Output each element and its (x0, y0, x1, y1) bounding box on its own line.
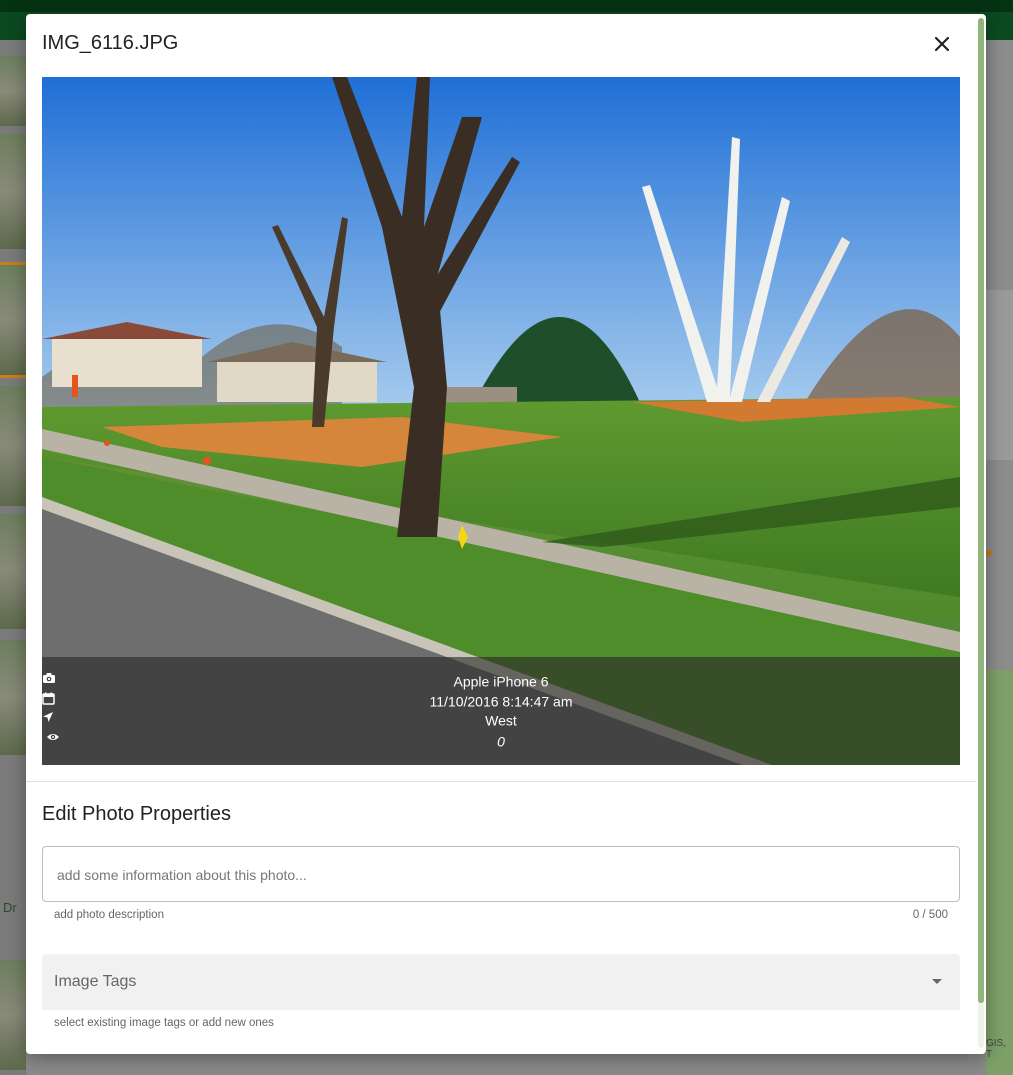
photo-thumbnail-selected[interactable] (0, 262, 26, 378)
description-field[interactable] (42, 846, 960, 903)
view-count: 0 (497, 733, 505, 750)
image-tags-select[interactable]: Image Tags (42, 954, 960, 1010)
description-input[interactable] (55, 847, 949, 903)
map-area[interactable] (986, 670, 1013, 1075)
views-row: 0 (42, 732, 960, 749)
close-icon (934, 36, 950, 52)
photo-details-dialog: IMG_6116.JPG Apple iPhone 6 11/10/2016 8… (26, 14, 986, 1054)
section-divider (26, 781, 976, 782)
dropdown-arrow-icon[interactable] (932, 979, 942, 984)
description-hint: add photo description (54, 909, 164, 921)
photo-direction: West (485, 712, 517, 729)
datetime-row: 11/10/2016 8:14:47 am (42, 692, 960, 709)
map-marker[interactable] (986, 550, 992, 556)
direction-row: West (42, 711, 960, 728)
photo-image[interactable]: Apple iPhone 6 11/10/2016 8:14:47 am Wes… (42, 77, 960, 765)
street-label-fragment: Dr (3, 900, 17, 915)
description-char-counter: 0 / 500 (912, 909, 948, 921)
photo-metadata-overlay: Apple iPhone 6 11/10/2016 8:14:47 am Wes… (42, 657, 960, 765)
navigation-arrow-icon (43, 712, 53, 722)
photo-list-panel (0, 40, 26, 1075)
camera-icon (43, 673, 55, 683)
edit-properties-heading: Edit Photo Properties (42, 803, 231, 825)
map-attribution: GIS, T (986, 1038, 1007, 1060)
eye-icon (47, 734, 59, 740)
dialog-scrollbar-thumb[interactable] (978, 18, 984, 1003)
image-tags-label: Image Tags (54, 973, 137, 990)
photo-thumbnail[interactable] (0, 56, 26, 126)
photo-thumbnail[interactable] (0, 514, 26, 629)
close-button[interactable] (928, 30, 956, 58)
map-panel (986, 40, 1013, 1075)
image-tags-hint: select existing image tags or add new on… (54, 1017, 274, 1029)
photo-thumbnail[interactable] (0, 134, 26, 249)
camera-row: Apple iPhone 6 (42, 672, 960, 689)
calendar-icon (42, 692, 55, 705)
map-side-panel (986, 290, 1013, 460)
camera-model: Apple iPhone 6 (453, 673, 549, 690)
photo-thumbnail[interactable] (0, 640, 26, 755)
photo-thumbnail[interactable] (0, 960, 26, 1070)
photo-thumbnail[interactable] (0, 386, 26, 506)
dialog-title: IMG_6116.JPG (42, 32, 179, 54)
app-header-top-strip (0, 0, 1013, 12)
photo-datetime: 11/10/2016 8:14:47 am (429, 693, 573, 710)
